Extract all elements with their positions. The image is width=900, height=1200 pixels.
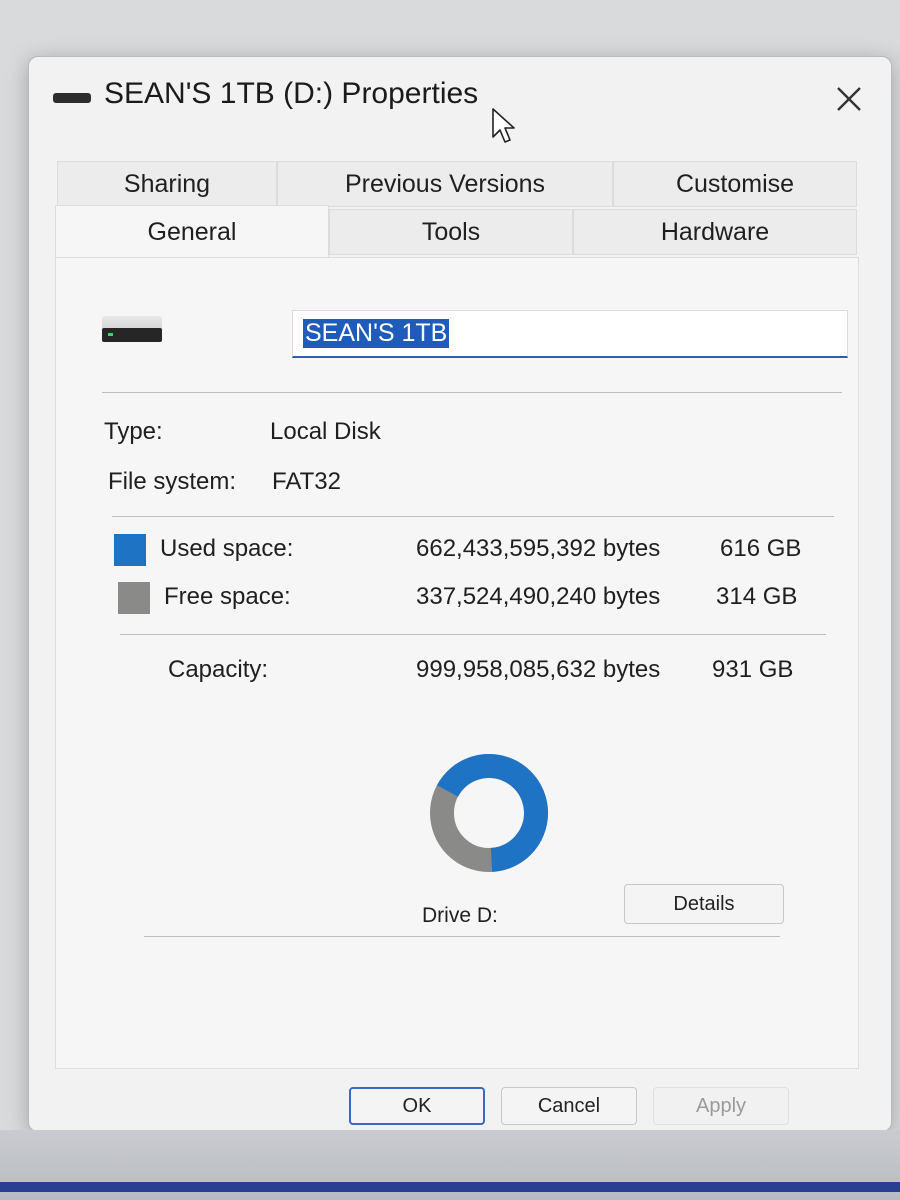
free-space-color-swatch <box>118 582 150 614</box>
divider <box>112 516 834 517</box>
capacity-label: Capacity: <box>168 656 269 683</box>
divider <box>120 634 826 635</box>
capacity-size: 931 GB <box>712 656 794 683</box>
free-space-size: 314 GB <box>716 583 798 610</box>
tab-label: Previous Versions <box>344 169 546 198</box>
close-button[interactable] <box>829 79 869 119</box>
general-panel: SEAN'S 1TB Type: Local Disk File system:… <box>55 257 859 1069</box>
free-space-bytes: 337,524,490,240 bytes <box>416 583 661 610</box>
tab-previous-versions[interactable]: Previous Versions <box>277 161 613 207</box>
tab-label: Tools <box>421 217 481 246</box>
tab-label: Hardware <box>660 217 770 246</box>
ok-button[interactable]: OK <box>349 1087 485 1125</box>
close-icon <box>837 87 861 111</box>
mouse-cursor-icon <box>492 108 515 143</box>
tab-label: General <box>147 218 237 246</box>
tab-customise[interactable]: Customise <box>613 161 857 207</box>
free-space-label: Free space: <box>164 583 291 610</box>
taskbar-strip <box>0 1182 900 1192</box>
tab-general[interactable]: General <box>55 205 329 259</box>
used-space-bytes: 662,433,595,392 bytes <box>416 535 661 562</box>
cancel-button[interactable]: Cancel <box>501 1087 637 1125</box>
tab-tools[interactable]: Tools <box>329 209 573 255</box>
button-label: Apply <box>695 1094 747 1117</box>
tab-label: Sharing <box>123 169 211 198</box>
used-space-color-swatch <box>114 534 146 566</box>
button-label: Cancel <box>537 1094 601 1117</box>
tab-hardware[interactable]: Hardware <box>573 209 857 255</box>
details-button[interactable]: Details <box>624 884 784 924</box>
divider <box>102 392 842 393</box>
used-space-size: 616 GB <box>720 535 802 562</box>
type-value: Local Disk <box>270 418 381 445</box>
button-label: OK <box>402 1094 432 1117</box>
properties-window: SEAN'S 1TB (D:) Properties Sharing Previ… <box>28 56 892 1132</box>
file-system-label: File system: <box>108 468 237 495</box>
disk-usage-donut <box>429 754 548 872</box>
drive-name-value: SEAN'S 1TB <box>303 319 450 348</box>
drive-title-icon <box>53 93 91 103</box>
button-label: Details <box>673 892 735 915</box>
title-bar[interactable]: SEAN'S 1TB (D:) Properties <box>29 57 891 147</box>
tab-label: Customise <box>675 169 795 198</box>
type-label: Type: <box>104 418 163 445</box>
drive-name-input[interactable]: SEAN'S 1TB <box>292 310 848 358</box>
file-system-value: FAT32 <box>272 468 341 495</box>
tab-sharing[interactable]: Sharing <box>57 161 277 207</box>
divider <box>144 936 780 937</box>
used-space-label: Used space: <box>160 535 294 562</box>
apply-button[interactable]: Apply <box>653 1087 789 1125</box>
capacity-bytes: 999,958,085,632 bytes <box>416 656 661 683</box>
drive-letter-label: Drive D: <box>422 904 498 927</box>
window-title: SEAN'S 1TB (D:) Properties <box>104 77 479 110</box>
hard-drive-icon <box>102 316 162 342</box>
